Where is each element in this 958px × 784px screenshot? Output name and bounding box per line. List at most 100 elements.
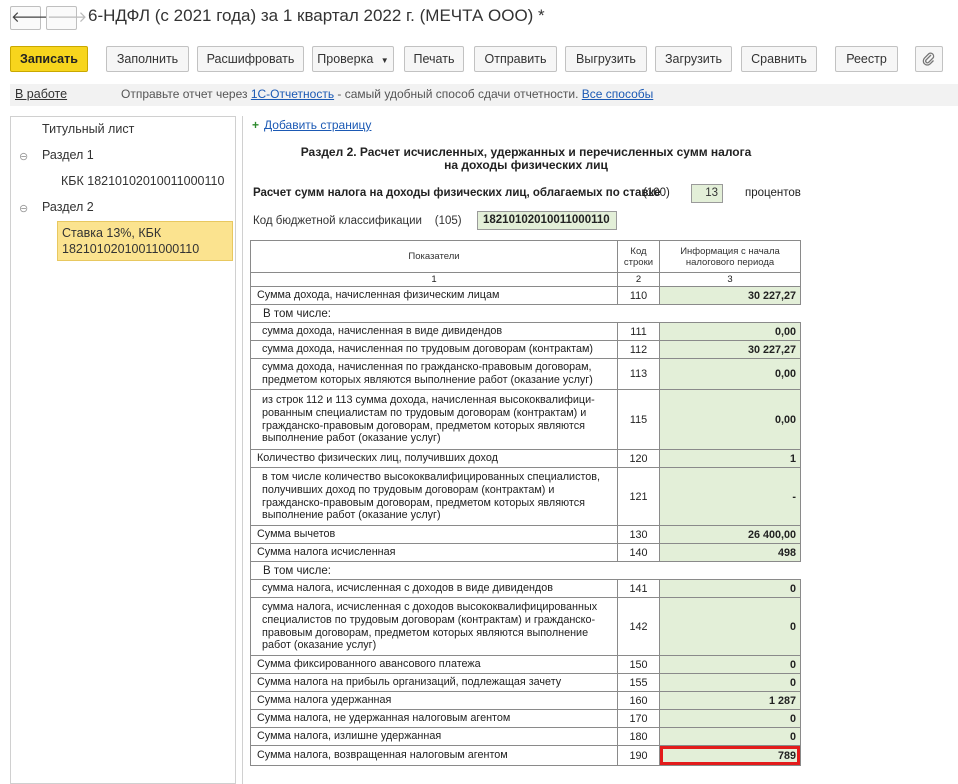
- save-button[interactable]: Записать: [10, 46, 88, 72]
- row-code: 121: [617, 467, 660, 526]
- toolbar: Записать Заполнить Расшифровать Проверка…: [0, 46, 958, 74]
- tree-item-label: 18210102010011000110: [62, 242, 200, 256]
- table-row: Сумма налога удержанная 160 1 287: [250, 691, 801, 710]
- row-label: сумма дохода, начисленная по трудовым до…: [250, 340, 618, 359]
- row-value[interactable]: 30 227,27: [659, 286, 801, 305]
- row-code: 180: [617, 727, 660, 746]
- send-button[interactable]: Отправить: [474, 46, 557, 72]
- add-page-label: Добавить страницу: [264, 118, 372, 132]
- info-bar: В работе Отправьте отчет через 1С-Отчетн…: [10, 84, 958, 106]
- tree-item-section2-rate[interactable]: Ставка 13%, КБК 18210102010011000110: [57, 221, 233, 261]
- row-value[interactable]: 0: [659, 579, 801, 598]
- kbk-code: (105): [434, 215, 462, 227]
- row-value[interactable]: 0,00: [659, 358, 801, 390]
- row-value[interactable]: -: [659, 467, 801, 526]
- rate-unit: процентов: [745, 187, 801, 199]
- table-row: Сумма налога на прибыль организаций, под…: [250, 673, 801, 692]
- window-title: 6-НДФЛ (с 2021 года) за 1 квартал 2022 г…: [88, 6, 545, 25]
- collapse-icon[interactable]: ⊖: [19, 202, 28, 215]
- print-button[interactable]: Печать: [404, 46, 464, 72]
- status-link[interactable]: В работе: [15, 84, 67, 104]
- decode-button[interactable]: Расшифровать: [197, 46, 304, 72]
- tree-item-section1-kbk[interactable]: КБК 18210102010011000110: [61, 174, 224, 188]
- row-label: Сумма налога удержанная: [250, 691, 618, 710]
- header-info-line: Информация с начала: [680, 245, 780, 257]
- column-number: 1: [250, 272, 618, 287]
- export-button[interactable]: Выгрузить: [565, 46, 647, 72]
- row-code: 150: [617, 655, 660, 674]
- row-value[interactable]: 0: [659, 655, 801, 674]
- header-info: Информация с начала налогового периода: [659, 240, 801, 273]
- registry-button[interactable]: Реестр: [835, 46, 898, 72]
- info-text-before: Отправьте отчет через: [121, 87, 251, 101]
- check-button[interactable]: Проверка ▼: [312, 46, 394, 72]
- column-number: 3: [659, 272, 801, 287]
- table-row: Сумма дохода, начисленная физическим лиц…: [250, 286, 801, 305]
- row-label: Сумма налога, возвращенная налоговым аге…: [250, 745, 618, 766]
- compare-button[interactable]: Сравнить: [741, 46, 817, 72]
- form-panel: + Добавить страницу Раздел 2. Расчет исчи…: [242, 116, 958, 784]
- tree-item-section2[interactable]: Раздел 2: [42, 200, 94, 214]
- row-value[interactable]: 0: [659, 597, 801, 656]
- row-code: 142: [617, 597, 660, 656]
- header-indicators: Показатели: [250, 240, 618, 273]
- row-code: 130: [617, 525, 660, 544]
- row-code: 140: [617, 543, 660, 562]
- row-code: 170: [617, 709, 660, 728]
- row-code: 110: [617, 286, 660, 305]
- table-row: сумма дохода, начисленная по гражданско-…: [250, 358, 801, 390]
- row-value[interactable]: 0,00: [659, 322, 801, 341]
- header-code-line: строки: [623, 256, 654, 268]
- arrow-right-icon: 🡒: [47, 9, 88, 26]
- row-value[interactable]: 30 227,27: [659, 340, 801, 359]
- row-label: Сумма вычетов: [250, 525, 618, 544]
- row-label: Сумма налога, излишне удержанная: [250, 727, 618, 746]
- table-row: сумма дохода, начисленная в виде дивиден…: [250, 322, 801, 341]
- row-code: 155: [617, 673, 660, 692]
- row-code: 113: [617, 358, 660, 390]
- row-code: 111: [617, 322, 660, 341]
- forward-button[interactable]: 🡒: [46, 6, 87, 30]
- row-label: Сумма налога на прибыль организаций, под…: [250, 673, 618, 692]
- row-label: в том числе количество высококвалифициро…: [250, 467, 618, 526]
- row-code: 160: [617, 691, 660, 710]
- row-value-highlighted[interactable]: 789: [659, 745, 801, 766]
- tree-item-title-page[interactable]: Титульный лист: [42, 122, 134, 136]
- indicators-table: Показатели Код строки Информация с начала…: [250, 240, 801, 766]
- collapse-icon[interactable]: ⊖: [19, 150, 28, 163]
- row-label: сумма дохода, начисленная по гражданско-…: [250, 358, 618, 390]
- table-subheader: В том числе:: [250, 304, 801, 323]
- tree-item-section1[interactable]: Раздел 1: [42, 148, 94, 162]
- kbk-field[interactable]: 18210102010011000110: [477, 211, 617, 230]
- table-row: Количество физических лиц, получивших до…: [250, 449, 801, 468]
- row-value[interactable]: 0: [659, 673, 801, 692]
- fill-button[interactable]: Заполнить: [106, 46, 189, 72]
- table-row: в том числе количество высококвалифициро…: [250, 467, 801, 526]
- paperclip-icon: [922, 52, 935, 66]
- tree-item-label: Ставка 13%, КБК: [62, 226, 162, 240]
- attach-button[interactable]: [915, 46, 943, 72]
- row-value[interactable]: 1 287: [659, 691, 801, 710]
- info-text-after: - самый удобный способ сдачи отчетности.: [334, 87, 582, 101]
- back-button[interactable]: 🡐: [10, 6, 51, 30]
- all-methods-link[interactable]: Все способы: [582, 87, 654, 101]
- row-label: сумма дохода, начисленная в виде дивиден…: [250, 322, 618, 341]
- table-row: Сумма налога, излишне удержанная 180 0: [250, 727, 801, 746]
- row-label: из строк 112 и 113 сумма дохода, начисле…: [250, 389, 618, 450]
- 1c-reporting-link[interactable]: 1С-Отчетность: [251, 87, 334, 101]
- row-value[interactable]: 498: [659, 543, 801, 562]
- row-value[interactable]: 26 400,00: [659, 525, 801, 544]
- row-value[interactable]: 0: [659, 709, 801, 728]
- row-value[interactable]: 1: [659, 449, 801, 468]
- row-value[interactable]: 0: [659, 727, 801, 746]
- table-row: сумма налога, исчисленная с доходов высо…: [250, 597, 801, 656]
- row-code: 190: [617, 745, 660, 766]
- row-code: 115: [617, 389, 660, 450]
- kbk-label: Код бюджетной классификации (105): [253, 215, 462, 227]
- row-value[interactable]: 0,00: [659, 389, 801, 450]
- row-label: сумма налога, исчисленная с доходов в ви…: [250, 579, 618, 598]
- add-page-link[interactable]: + Добавить страницу: [252, 118, 371, 132]
- import-button[interactable]: Загрузить: [655, 46, 732, 72]
- rate-field[interactable]: 13: [691, 184, 723, 203]
- table-row: Сумма налога, возвращенная налоговым аге…: [250, 745, 801, 766]
